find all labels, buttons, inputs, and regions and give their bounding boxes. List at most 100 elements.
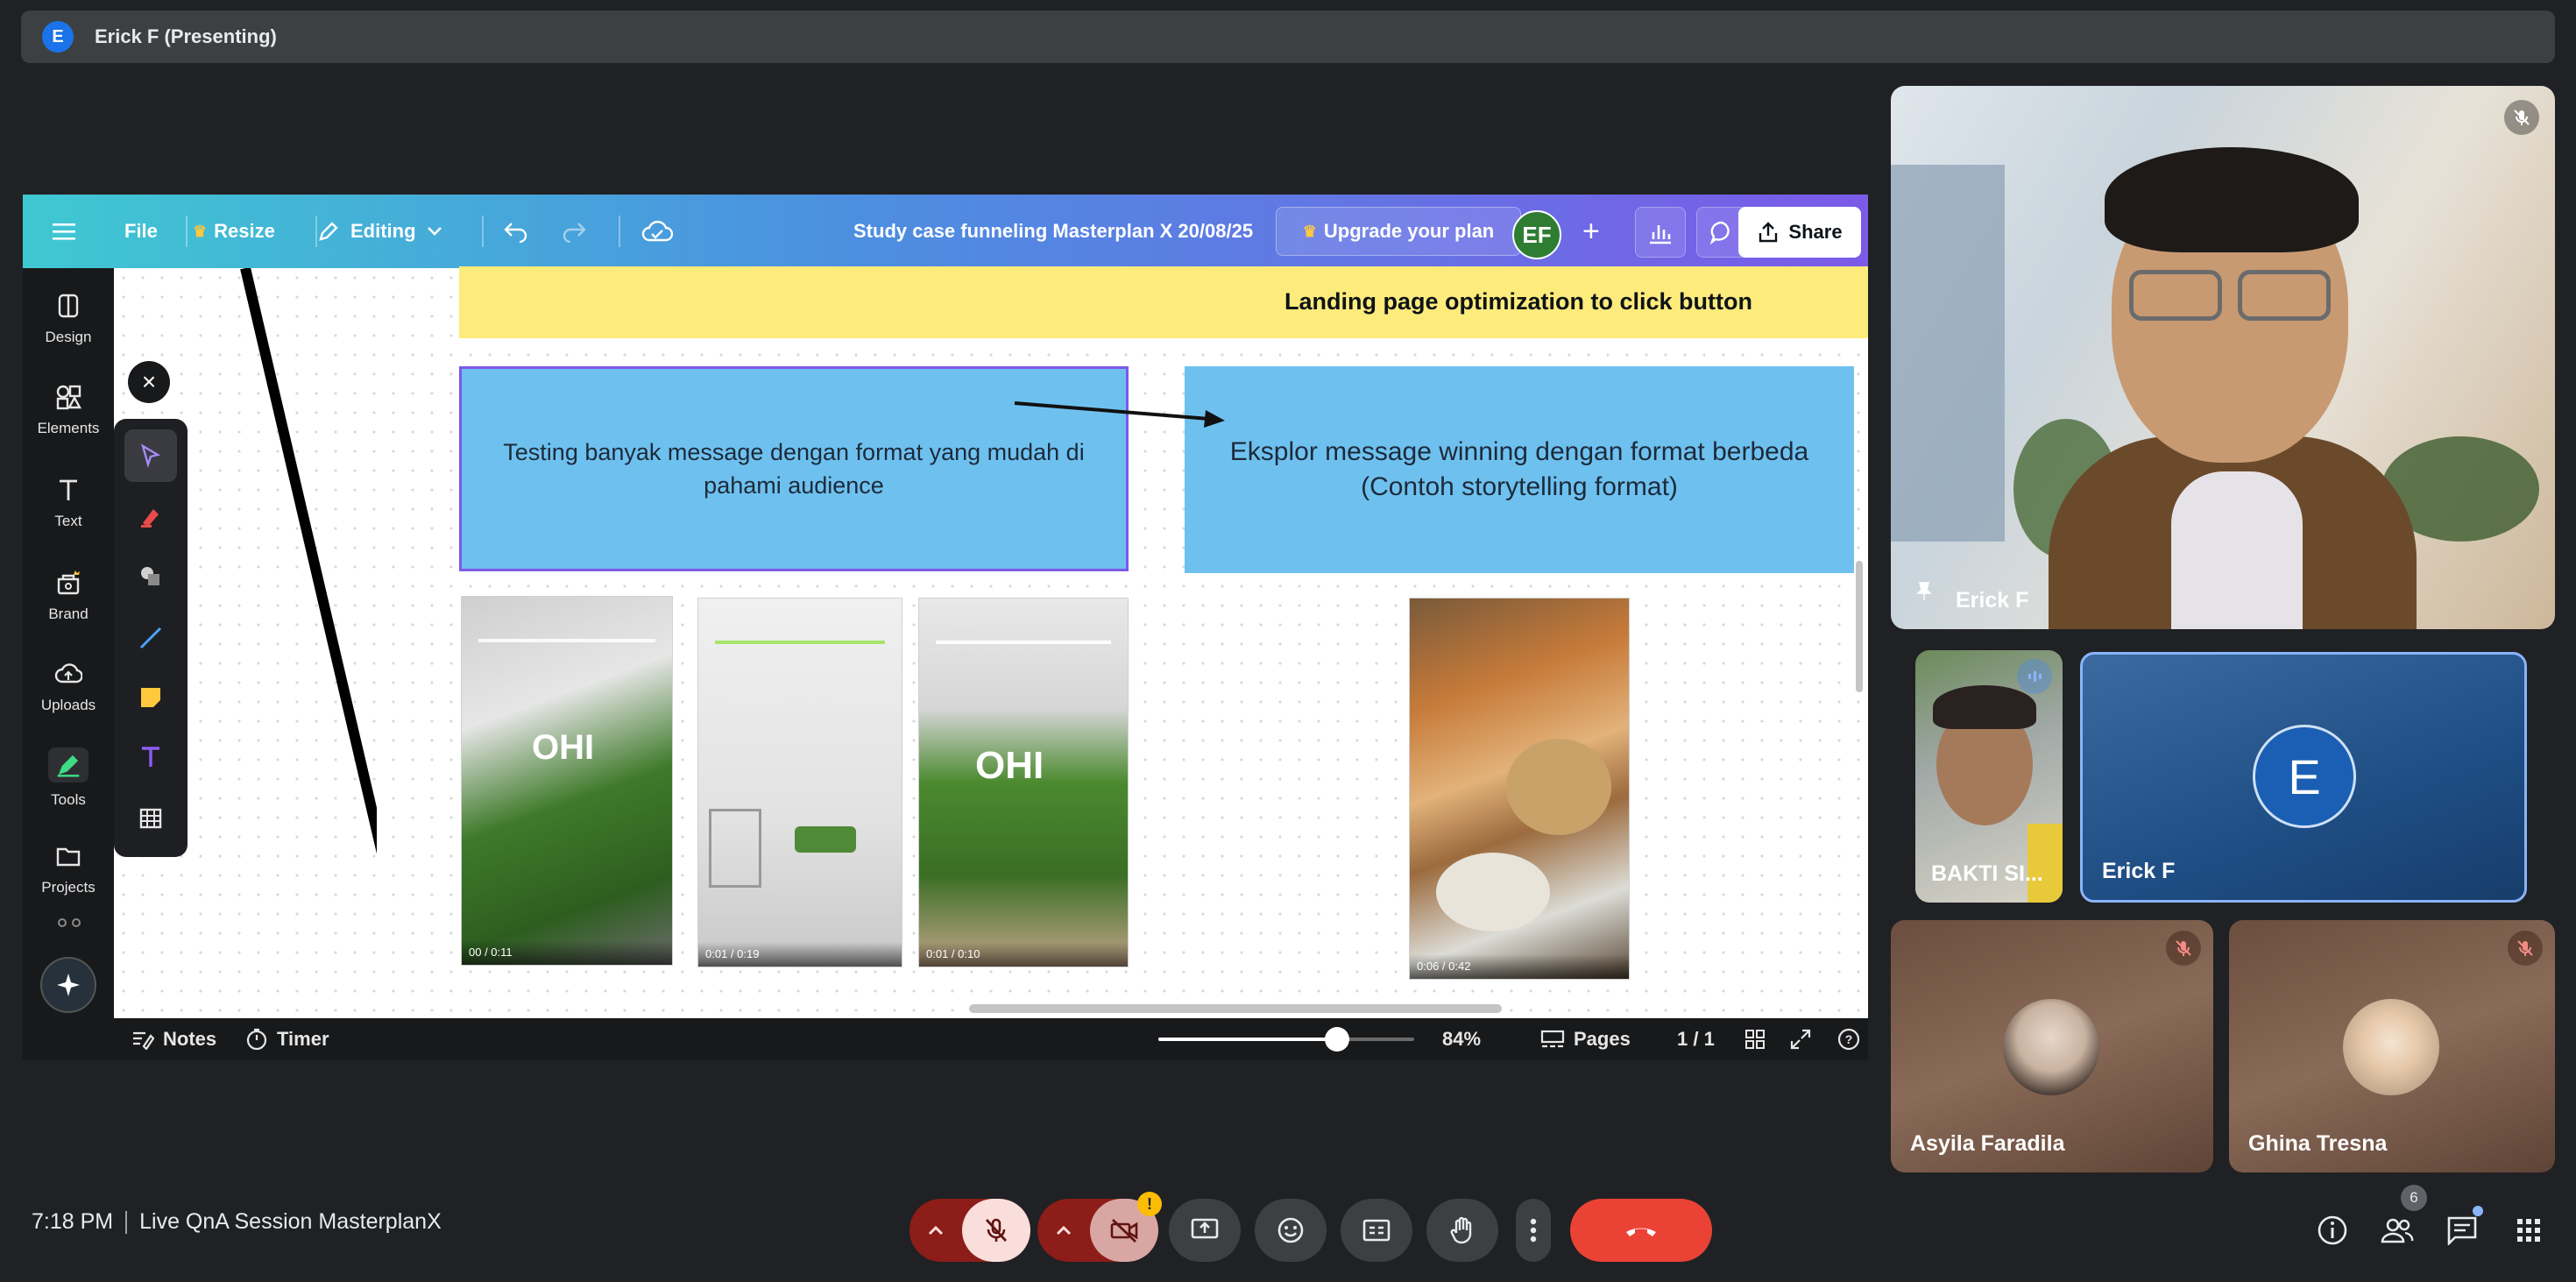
reactions-button[interactable] bbox=[1255, 1199, 1327, 1262]
participant-name: BAKTI SI... bbox=[1931, 861, 2043, 886]
window-shape bbox=[1891, 165, 2005, 542]
share-button[interactable]: Share bbox=[1738, 207, 1861, 258]
zoom-percentage[interactable]: 84% bbox=[1442, 1018, 1481, 1060]
analytics-icon[interactable] bbox=[1635, 207, 1686, 258]
canvas-vertical-scrollbar[interactable] bbox=[1856, 561, 1863, 692]
participant-tile[interactable]: BAKTI SI... bbox=[1915, 650, 2063, 903]
pin-icon[interactable] bbox=[1915, 581, 1933, 606]
text-tool-icon[interactable] bbox=[124, 731, 177, 783]
sidebar-label: Projects bbox=[41, 879, 96, 896]
document-title[interactable]: Study case funneling Masterplan X 20/08/… bbox=[853, 195, 1253, 268]
more-apps-icon[interactable] bbox=[58, 918, 81, 929]
timer-button[interactable]: Timer bbox=[245, 1018, 329, 1060]
line-tool-icon[interactable] bbox=[124, 612, 177, 664]
help-icon[interactable]: ? bbox=[1836, 1018, 1861, 1060]
message-box-right[interactable]: Eksplor message winning dengan format be… bbox=[1185, 366, 1854, 573]
audio-options-chevron-icon[interactable] bbox=[909, 1199, 962, 1262]
sidebar-item-elements[interactable]: Elements bbox=[23, 375, 114, 445]
sidebar-item-uploads[interactable]: Uploads bbox=[23, 652, 114, 722]
elements-icon bbox=[56, 385, 82, 410]
canva-sidebar: Design Elements Text Brand Uploads Tools… bbox=[23, 268, 114, 1060]
video-time: 0:01 / 0:10 bbox=[919, 942, 1128, 967]
resize-menu[interactable]: ♛ Resize bbox=[193, 195, 275, 268]
upgrade-button[interactable]: ♛ Upgrade your plan bbox=[1276, 207, 1521, 256]
video-thumbnail[interactable]: 0:06 / 0:42 bbox=[1409, 598, 1630, 980]
presenting-label: Erick F (Presenting) bbox=[95, 25, 277, 47]
grid-view-icon[interactable] bbox=[1744, 1018, 1766, 1060]
resize-label: Resize bbox=[214, 220, 275, 242]
brand-icon bbox=[57, 570, 80, 595]
sidebar-label: Brand bbox=[48, 606, 88, 622]
speaker-video-tile[interactable]: Erick F bbox=[1891, 86, 2555, 629]
people-count-badge: 6 bbox=[2401, 1185, 2427, 1211]
close-tools-button[interactable]: × bbox=[128, 361, 170, 403]
sidebar-item-design[interactable]: Design bbox=[23, 284, 114, 354]
camera-off-icon bbox=[1110, 1218, 1138, 1243]
captions-button[interactable] bbox=[1341, 1199, 1412, 1262]
banner-text[interactable]: Landing page optimization to click butto… bbox=[1284, 288, 1752, 315]
mic-toggle-button[interactable] bbox=[962, 1199, 1030, 1262]
camera-toggle-button[interactable]: ! bbox=[1090, 1192, 1162, 1262]
arrow-connector[interactable] bbox=[1011, 394, 1230, 429]
menu-icon[interactable] bbox=[53, 195, 77, 268]
activities-button[interactable] bbox=[2508, 1209, 2550, 1251]
table-icon[interactable] bbox=[124, 792, 177, 845]
design-icon bbox=[58, 294, 79, 318]
apps-grid-icon bbox=[2517, 1219, 2540, 1242]
product-label: OHI bbox=[975, 744, 1044, 787]
sidebar-label: Text bbox=[54, 513, 82, 529]
drawing-tools-panel bbox=[114, 419, 188, 857]
cloud-saved-icon[interactable] bbox=[641, 195, 673, 268]
sticky-note-icon[interactable] bbox=[124, 671, 177, 724]
video-time: 00 / 0:11 bbox=[462, 940, 672, 965]
leave-call-button[interactable] bbox=[1570, 1199, 1712, 1262]
sidebar-item-text[interactable]: Text bbox=[23, 468, 114, 538]
zoom-slider-handle[interactable] bbox=[1325, 1027, 1350, 1052]
fullscreen-icon[interactable] bbox=[1789, 1018, 1812, 1060]
bowl-shape bbox=[1436, 853, 1550, 931]
sidebar-label: Design bbox=[45, 329, 92, 345]
video-thumbnail[interactable]: OHI 00 / 0:11 bbox=[461, 596, 673, 966]
pages-button[interactable]: Pages bbox=[1540, 1018, 1631, 1060]
share-label: Share bbox=[1788, 221, 1843, 243]
undo-icon[interactable] bbox=[503, 195, 529, 268]
people-button[interactable]: 6 bbox=[2376, 1185, 2427, 1251]
magic-ai-button[interactable] bbox=[40, 957, 96, 1013]
meeting-time: 7:18 PM bbox=[32, 1209, 114, 1234]
meeting-details-icon[interactable] bbox=[2311, 1209, 2353, 1251]
add-collaborator-icon[interactable]: + bbox=[1582, 195, 1600, 268]
canvas-horizontal-scrollbar[interactable] bbox=[969, 1004, 1502, 1013]
present-screen-button[interactable] bbox=[1169, 1199, 1241, 1262]
participant-tile[interactable]: E Erick F bbox=[2080, 652, 2527, 903]
chat-button[interactable] bbox=[2441, 1206, 2483, 1251]
redo-icon[interactable] bbox=[561, 195, 587, 268]
share-icon bbox=[1759, 222, 1778, 243]
user-avatar[interactable]: EF bbox=[1512, 210, 1561, 259]
participant-avatar bbox=[2343, 999, 2439, 1095]
raise-hand-button[interactable] bbox=[1426, 1199, 1498, 1262]
participant-tile[interactable]: Ghina Tresna bbox=[2229, 920, 2555, 1172]
zoom-slider-fill bbox=[1158, 1038, 1338, 1041]
frame-shape bbox=[709, 809, 761, 888]
divider bbox=[619, 216, 620, 247]
sidebar-item-projects[interactable]: Projects bbox=[23, 834, 114, 904]
shapes-icon[interactable] bbox=[124, 550, 177, 603]
canva-bottom-bar: Notes Timer 84% Pages 1 / 1 ? bbox=[114, 1018, 1868, 1060]
sidebar-item-tools[interactable]: Tools bbox=[23, 743, 114, 813]
mic-off-icon bbox=[2166, 931, 2201, 966]
zoom-slider[interactable] bbox=[1158, 1027, 1414, 1052]
select-pointer-icon[interactable] bbox=[124, 429, 177, 482]
file-menu[interactable]: File bbox=[124, 195, 158, 268]
editing-mode-dropdown[interactable]: Editing bbox=[317, 195, 442, 268]
more-options-button[interactable] bbox=[1516, 1199, 1551, 1262]
video-thumbnail[interactable]: 0:01 / 0:19 bbox=[697, 598, 902, 967]
presenting-bar[interactable]: E Erick F (Presenting) bbox=[21, 11, 2555, 63]
marker-icon[interactable] bbox=[124, 491, 177, 543]
video-options-chevron-icon[interactable] bbox=[1037, 1199, 1090, 1262]
sidebar-item-brand[interactable]: Brand bbox=[23, 561, 114, 631]
notes-button[interactable]: Notes bbox=[131, 1018, 216, 1060]
video-thumbnail[interactable]: OHI 0:01 / 0:10 bbox=[918, 598, 1129, 967]
notes-icon bbox=[133, 1031, 154, 1050]
participant-tile[interactable]: Asyila Faradila bbox=[1891, 920, 2213, 1172]
page-count: 1 / 1 bbox=[1677, 1028, 1715, 1050]
